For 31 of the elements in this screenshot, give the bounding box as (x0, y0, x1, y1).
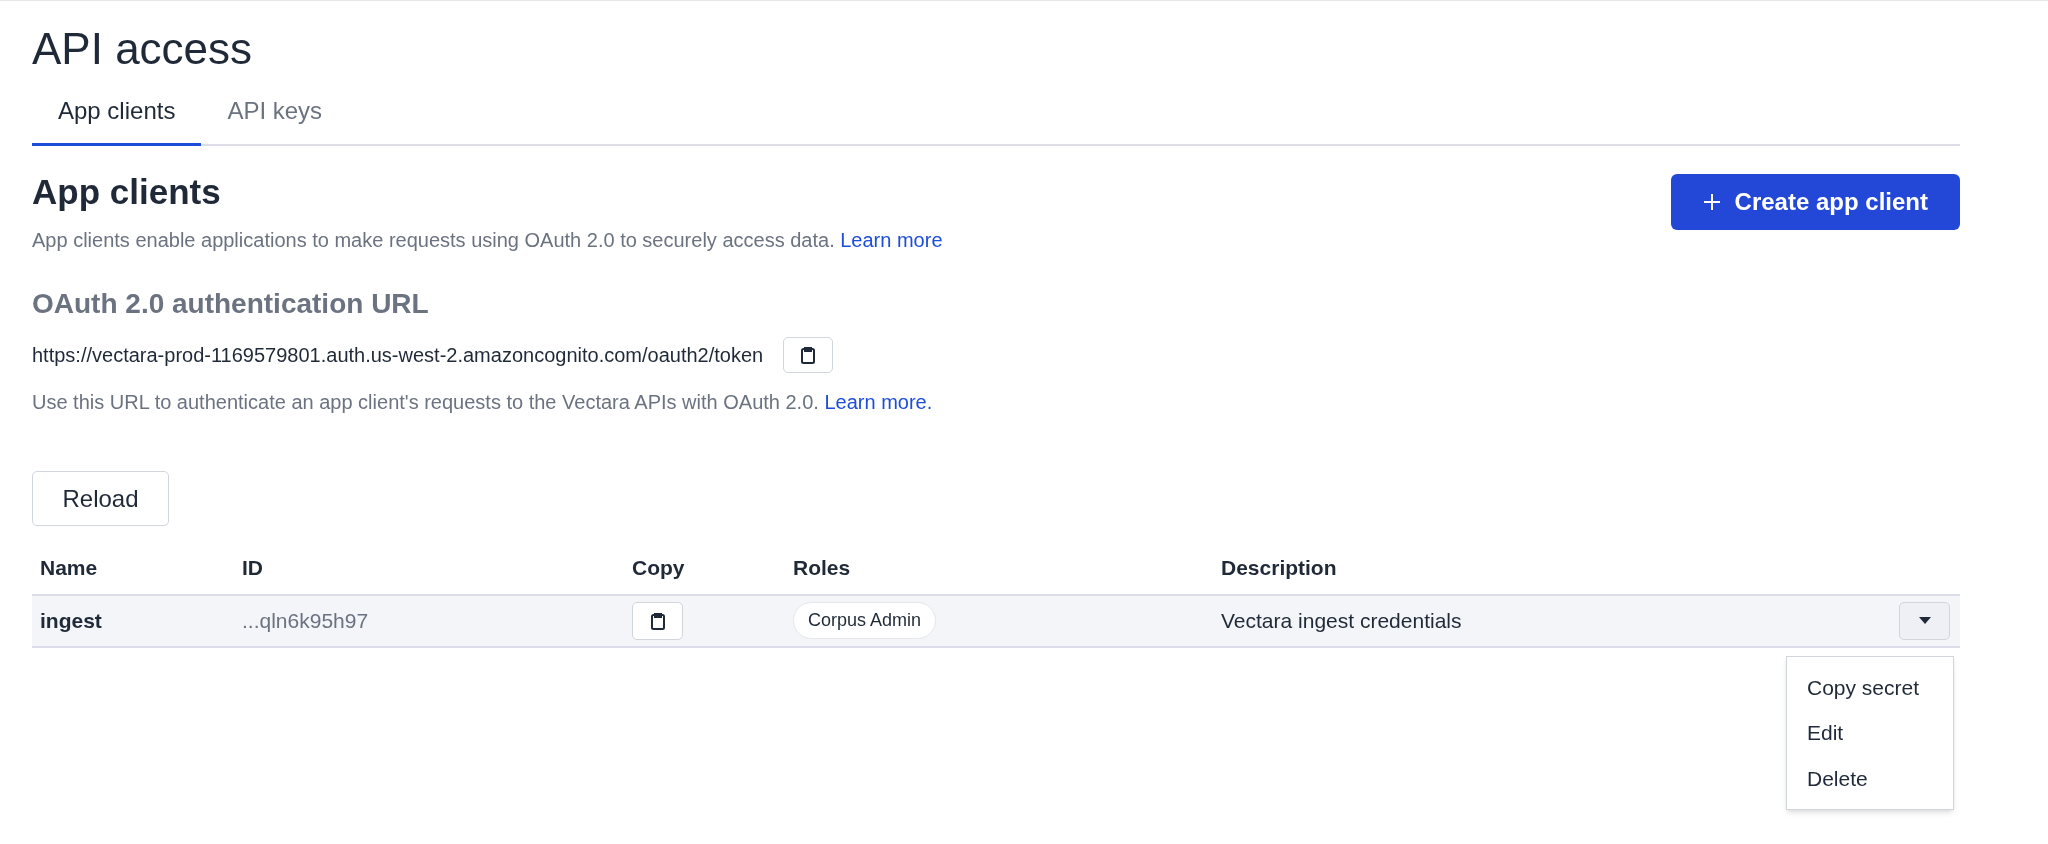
section-title: App clients (32, 174, 221, 209)
menu-item[interactable]: Copy secret (1787, 664, 1953, 710)
copy-id-button[interactable] (632, 601, 683, 640)
copy-url-button[interactable] (783, 337, 834, 373)
client-id: ...qln6k95h97 (242, 607, 369, 634)
client-description: Vectara ingest credentials (1221, 607, 1462, 634)
oauth-url: https://vectara-prod-1169579801.auth.us-west-2.amazoncognito.com/oauth2/token (32, 343, 764, 368)
section-description: App clients enable applications to make requests using OAuth 2.0 to securely access data. Learn more (32, 228, 943, 253)
plus-icon (1702, 193, 1721, 211)
menu-item[interactable]: Delete (1787, 755, 1953, 801)
column-header: Copy (632, 555, 685, 581)
column-header: Name (40, 555, 98, 581)
oauth-heading: OAuth 2.0 authentication URL (32, 287, 429, 321)
learn-more-link[interactable]: Learn more (840, 229, 943, 251)
caret-icon (1918, 617, 1931, 624)
learn-more-link[interactable]: Learn more. (824, 391, 933, 413)
row-actions-button[interactable] (1899, 601, 1950, 640)
column-header: ID (242, 555, 263, 581)
create-app-client-button[interactable]: Create app client (1670, 174, 1960, 230)
page-title: API access (32, 23, 253, 71)
reload-button[interactable]: Reload (32, 471, 169, 526)
clipboard-icon (800, 346, 817, 364)
menu-item[interactable]: Edit (1787, 710, 1953, 756)
clipboard-icon (649, 611, 666, 630)
client-name: ingest (40, 607, 102, 634)
role-tag: Corpus Admin (793, 602, 937, 639)
column-header: Roles (793, 555, 851, 581)
column-header: Description (1221, 555, 1337, 581)
oauth-help-text: Use this URL to authenticate an app client's requests to the Vectara APIs with OAuth 2.0. Learn more. (32, 390, 933, 415)
tab[interactable]: API keys (201, 93, 349, 146)
tab[interactable]: App clients (32, 93, 202, 146)
